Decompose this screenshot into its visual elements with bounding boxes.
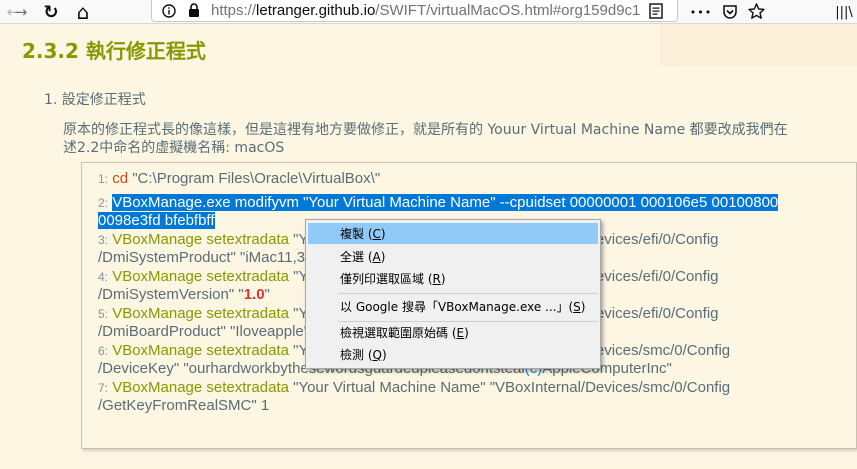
code-line-7: 7: VBoxManage setextradata "Your Virtual… [98, 379, 730, 397]
code-line-2b: 0098e3fd bfebfbff [98, 212, 215, 230]
menu-item-label: 檢測 ( [340, 348, 373, 362]
section-heading: 2.3.2 執行修正程式 [22, 39, 206, 63]
menu-item-close-paren: ) [440, 271, 446, 286]
code-keyword: VBoxManage setextradata [112, 268, 289, 285]
more-actions-icon[interactable]: ••• [688, 0, 714, 24]
selected-text[interactable]: VBoxManage.exe modifyvm "Your Virtual Ma… [112, 194, 779, 211]
selected-text[interactable]: 0098e3fd bfebfbff [98, 212, 215, 229]
menu-item-close-paren: ) [381, 347, 387, 362]
code-text: /DmiSystemVersion" " [98, 286, 244, 303]
code-number: 1.0 [243, 286, 265, 303]
menu-item-accesskey: C [372, 226, 381, 241]
menu-item-search-google[interactable]: 以 Google 搜尋「VBoxManage.exe ...」(S) [308, 296, 598, 317]
info-icon[interactable] [162, 4, 176, 18]
menu-item-label: 複製 ( [340, 227, 373, 241]
code-keyword: VBoxManage setextradata [112, 305, 289, 322]
menu-item-close-paren: ) [380, 226, 386, 241]
url-host: letranger.github.io [256, 2, 376, 19]
menu-item-inspect[interactable]: 檢測 (Q) [308, 344, 598, 365]
menu-item-accesskey: Q [372, 347, 382, 362]
menu-item-accesskey: E [456, 325, 465, 340]
code-text: /DmiSystemProduct" "iMac11,3" [98, 249, 311, 266]
home-icon[interactable]: ⌂ [70, 0, 96, 24]
line-number: 7: [98, 381, 109, 395]
reload-icon[interactable]: ↻ [38, 0, 64, 24]
code-keyword: VBoxManage setextradata [112, 231, 289, 248]
menu-item-view-source[interactable]: 檢視選取範圍原始碼 (E) [308, 322, 598, 343]
menu-separator [338, 293, 598, 294]
line-number: 1: [98, 172, 109, 186]
code-line-7b: /GetKeyFromRealSMC" 1 [98, 397, 269, 415]
reader-view-icon[interactable] [649, 3, 663, 19]
url-scheme: https:// [211, 2, 257, 19]
paragraph-line: 原本的修正程式長的像這樣，但是這裡有地方要做修正，就是所有的 Youur Vir… [63, 122, 788, 138]
list-item: 1. 設定修正程式 [44, 92, 146, 108]
menu-item-copy[interactable]: 複製 (C) [308, 223, 598, 244]
line-number: 5: [98, 307, 109, 321]
library-icon[interactable]: |||\ [832, 0, 856, 24]
code-text: "C:\Program Files\Oracle\VirtualBox\" [128, 170, 381, 187]
code-line-5b: /DmiBoardProduct" "Iloveapple" [98, 323, 309, 341]
code-keyword: VBoxManage setextradata [112, 379, 289, 396]
code-line-3b: /DmiSystemProduct" "iMac11,3" [98, 249, 310, 267]
menu-item-close-paren: ) [464, 325, 469, 340]
browser-toolbar: ← → ↻ ⌂ https://letranger.github.io/SWIF… [0, 0, 857, 24]
url-bar[interactable]: https://letranger.github.io/SWIFT/virtua… [151, 0, 678, 22]
line-number: 2: [98, 196, 109, 210]
url-text[interactable]: https://letranger.github.io/SWIFT/virtua… [211, 2, 640, 19]
code-line-4b: /DmiSystemVersion" "1.0" [98, 286, 270, 304]
url-path: /SWIFT/virtualMacOS.html#org159d9c1 [375, 2, 641, 19]
menu-item-accesskey: S [573, 299, 581, 314]
forward-icon[interactable]: → [8, 0, 34, 24]
toc-panel [660, 24, 857, 66]
line-number: 6: [98, 344, 109, 358]
menu-item-close-paren: ) [380, 249, 386, 264]
code-keyword: cd [112, 170, 129, 187]
code-text: /DmiBoardProduct" "Iloveapple" [98, 323, 310, 340]
menu-item-close-paren: ) [580, 299, 586, 314]
menu-item-select-all[interactable]: 全選 (A) [308, 246, 598, 267]
menu-item-print-selection[interactable]: 僅列印選取區域 (R) [308, 268, 598, 289]
code-keyword: VBoxManage setextradata [112, 342, 289, 359]
bookmark-star-icon[interactable] [748, 3, 765, 20]
line-number: 4: [98, 270, 109, 284]
code-line-2: 2: VBoxManage.exe modifyvm "Your Virtual… [98, 194, 779, 212]
menu-item-label: 全選 ( [340, 250, 373, 264]
menu-item-accesskey: A [372, 249, 381, 264]
paragraph: 原本的修正程式長的像這樣，但是這裡有地方要做修正，就是所有的 Youur Vir… [63, 121, 857, 157]
line-number: 3: [98, 233, 109, 247]
menu-item-accesskey: R [432, 271, 441, 286]
code-text: /GetKeyFromRealSMC" 1 [98, 397, 270, 414]
menu-item-label: 以 Google 搜尋「VBoxManage.exe ...」( [340, 300, 574, 314]
lock-icon[interactable] [188, 3, 200, 18]
code-text: "Your Virtual Machine Name" "VBoxInterna… [288, 379, 731, 396]
code-text: " [264, 286, 270, 303]
menu-item-label: 檢視選取範圍原始碼 ( [340, 326, 457, 340]
menu-item-label: 僅列印選取區域 ( [340, 272, 433, 286]
context-menu: 複製 (C) 全選 (A) 僅列印選取區域 (R) 以 Google 搜尋「VB… [305, 219, 601, 369]
paragraph-line: 述2.2中命名的虛擬機名稱: macOS [63, 140, 285, 156]
code-line-1: 1: cd "C:\Program Files\Oracle\VirtualBo… [98, 170, 380, 188]
pocket-icon[interactable] [722, 4, 738, 20]
